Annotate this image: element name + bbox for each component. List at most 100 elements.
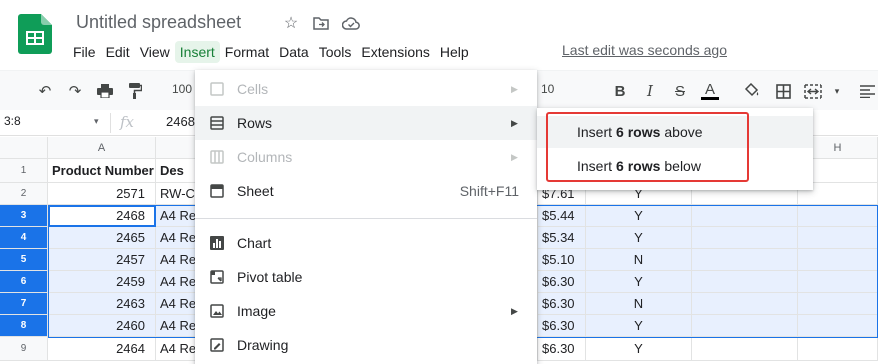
menu-help[interactable]: Help: [435, 41, 474, 63]
cell[interactable]: [692, 249, 798, 271]
cell[interactable]: Product Number: [48, 159, 156, 183]
row-header[interactable]: 1: [0, 159, 48, 183]
image-icon: [209, 303, 225, 319]
menu-item-count: 6 rows: [616, 158, 661, 174]
menu-item-columns[interactable]: Columns ▶: [195, 140, 537, 174]
insert-rows-below[interactable]: Insert 6 rows below: [537, 150, 813, 182]
cell[interactable]: $5.34: [538, 227, 586, 249]
row-header[interactable]: 8: [0, 315, 48, 337]
fill-color-icon[interactable]: [741, 80, 763, 102]
cell[interactable]: [798, 227, 878, 249]
cell[interactable]: $6.30: [538, 315, 586, 337]
cell[interactable]: N: [586, 293, 692, 315]
menu-item-count: 6 rows: [616, 124, 661, 140]
menu-item-label: Chart: [237, 235, 272, 251]
cell[interactable]: [798, 249, 878, 271]
cell[interactable]: [692, 293, 798, 315]
menu-item-label: Insert: [577, 158, 613, 174]
strikethrough-icon[interactable]: S: [669, 80, 691, 102]
menu-item-image[interactable]: Image ▶: [195, 294, 537, 328]
select-all-corner[interactable]: [0, 137, 48, 159]
active-cell[interactable]: 2468: [48, 205, 156, 227]
merge-cells-icon[interactable]: [802, 80, 824, 102]
cell[interactable]: Y: [586, 315, 692, 337]
cell[interactable]: Y: [586, 205, 692, 227]
star-icon[interactable]: ☆: [280, 12, 302, 34]
insert-rows-above[interactable]: Insert 6 rows above: [537, 116, 813, 148]
cell[interactable]: 2465: [48, 227, 156, 249]
shortcut-label: Shift+F11: [459, 183, 519, 199]
row-header[interactable]: 6: [0, 271, 48, 293]
move-folder-icon[interactable]: [310, 12, 332, 34]
cell[interactable]: [692, 337, 798, 361]
sheets-logo-icon[interactable]: [18, 14, 52, 54]
print-icon[interactable]: [94, 80, 116, 102]
formula-input[interactable]: 2468: [166, 114, 195, 129]
menu-item-drawing[interactable]: Drawing: [195, 328, 537, 362]
italic-icon[interactable]: I: [639, 80, 661, 102]
row-header[interactable]: 2: [0, 183, 48, 205]
document-title[interactable]: Untitled spreadsheet: [76, 12, 241, 33]
menu-extensions[interactable]: Extensions: [356, 41, 434, 63]
cell[interactable]: 2457: [48, 249, 156, 271]
menu-item-sheet[interactable]: Sheet Shift+F11: [195, 174, 537, 208]
cell[interactable]: 2459: [48, 271, 156, 293]
menu-tools[interactable]: Tools: [314, 41, 357, 63]
bold-icon[interactable]: B: [609, 80, 631, 102]
cell[interactable]: [692, 315, 798, 337]
menu-edit[interactable]: Edit: [101, 41, 135, 63]
menu-item-chart[interactable]: Chart: [195, 226, 537, 260]
redo-icon[interactable]: ↷: [64, 80, 86, 102]
cell[interactable]: [798, 271, 878, 293]
menu-item-cells[interactable]: Cells ▶: [195, 72, 537, 106]
cell[interactable]: Y: [586, 227, 692, 249]
menu-file[interactable]: File: [68, 41, 101, 63]
menu-format[interactable]: Format: [220, 41, 274, 63]
zoom-select[interactable]: 100: [172, 82, 192, 96]
cell[interactable]: 2463: [48, 293, 156, 315]
menu-data[interactable]: Data: [274, 41, 314, 63]
cell[interactable]: $5.44: [538, 205, 586, 227]
cell[interactable]: [798, 293, 878, 315]
row-header[interactable]: 3: [0, 205, 48, 227]
cell[interactable]: $6.30: [538, 337, 586, 361]
cloud-status-icon[interactable]: [340, 12, 362, 34]
cell[interactable]: [692, 227, 798, 249]
font-size-input[interactable]: 10: [541, 82, 554, 96]
column-header-a[interactable]: A: [48, 137, 156, 159]
cell[interactable]: [798, 337, 878, 361]
cell[interactable]: Y: [586, 337, 692, 361]
submenu-arrow-icon: ▶: [511, 83, 518, 94]
cell[interactable]: 2571: [48, 183, 156, 205]
chevron-down-icon[interactable]: ▾: [826, 80, 848, 102]
chevron-down-icon[interactable]: ▾: [94, 116, 99, 127]
cell[interactable]: Y: [586, 271, 692, 293]
borders-icon[interactable]: [772, 80, 794, 102]
name-box[interactable]: 3:8: [4, 114, 21, 128]
cell[interactable]: [692, 271, 798, 293]
text-color-icon[interactable]: A: [699, 80, 721, 102]
menu-insert[interactable]: Insert: [174, 41, 220, 63]
row-header[interactable]: 5: [0, 249, 48, 271]
menu-item-rows[interactable]: Rows ▶: [195, 106, 537, 140]
cell[interactable]: [692, 205, 798, 227]
menu-item-label: Pivot table: [237, 269, 303, 285]
last-edit-link[interactable]: Last edit was seconds ago: [562, 42, 727, 58]
cell[interactable]: $6.30: [538, 293, 586, 315]
cell[interactable]: $6.30: [538, 271, 586, 293]
paint-format-icon[interactable]: [124, 80, 146, 102]
cell[interactable]: 2460: [48, 315, 156, 337]
undo-icon[interactable]: ↶: [34, 80, 56, 102]
row-header[interactable]: 7: [0, 293, 48, 315]
cell[interactable]: 2464: [48, 337, 156, 361]
menu-view[interactable]: View: [135, 41, 175, 63]
menu-item-pivot-table[interactable]: Pivot table: [195, 260, 537, 294]
row-header[interactable]: 9: [0, 337, 48, 361]
horizontal-align-icon[interactable]: [856, 80, 878, 102]
cell[interactable]: [798, 315, 878, 337]
cell[interactable]: [798, 205, 878, 227]
cell[interactable]: $5.10: [538, 249, 586, 271]
cell[interactable]: N: [586, 249, 692, 271]
row-header[interactable]: 4: [0, 227, 48, 249]
submenu-arrow-icon: ▶: [511, 305, 518, 316]
